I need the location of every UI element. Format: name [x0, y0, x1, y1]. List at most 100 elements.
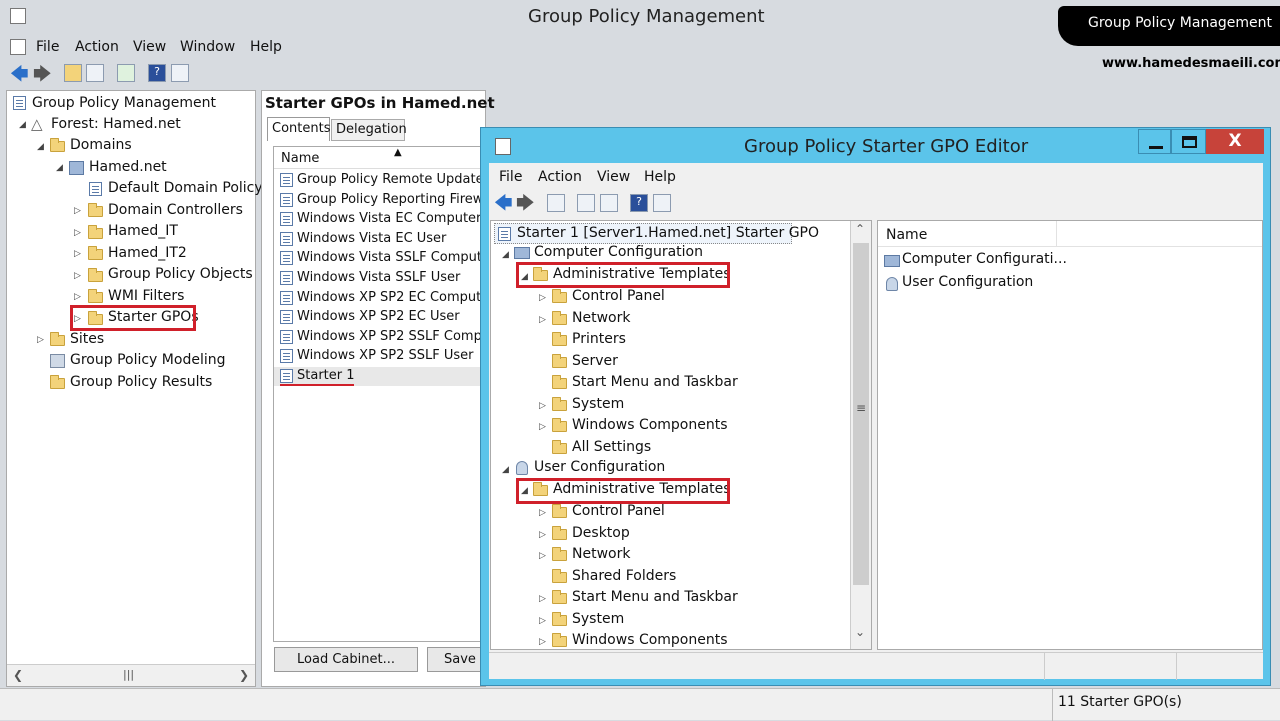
- tree-item-group-policy-objects[interactable]: Group Policy Objects: [108, 266, 253, 282]
- collapse-arrow-icon[interactable]: ▷: [539, 594, 546, 604]
- expand-arrow-icon[interactable]: ◢: [37, 142, 44, 152]
- tree-item[interactable]: System: [572, 396, 624, 412]
- refresh-icon[interactable]: [117, 64, 135, 82]
- list-header[interactable]: Name ▲: [274, 147, 484, 169]
- gpo-list-row[interactable]: Group Policy Reporting Firewall: [274, 191, 484, 210]
- gpo-list-row[interactable]: Windows Vista SSLF Computer: [274, 249, 484, 268]
- menu-view[interactable]: View: [133, 39, 166, 55]
- expand-arrow-icon[interactable]: ◢: [19, 120, 26, 130]
- menu-action[interactable]: Action: [75, 39, 119, 55]
- forward-arrow-icon[interactable]: 🡆: [516, 191, 535, 221]
- tree-computer-configuration[interactable]: Computer Configuration: [534, 244, 703, 260]
- right-list-header[interactable]: Name: [878, 221, 1262, 247]
- editor-menu-help[interactable]: Help: [644, 169, 676, 185]
- show-tree-icon[interactable]: [547, 194, 565, 212]
- right-item-computer-config[interactable]: Computer Configurati...: [902, 251, 1067, 267]
- tree-item-hamed-it[interactable]: Hamed_IT: [108, 223, 178, 239]
- scroll-up-icon[interactable]: ⌃: [855, 222, 865, 236]
- gpo-list-row[interactable]: Windows XP SP2 EC User: [274, 308, 484, 327]
- load-cabinet-button[interactable]: Load Cabinet...: [274, 647, 418, 672]
- help-icon[interactable]: ?: [630, 194, 648, 212]
- collapse-arrow-icon[interactable]: ▷: [74, 249, 81, 259]
- help-icon[interactable]: ?: [148, 64, 166, 82]
- scroll-down-icon[interactable]: ⌄: [855, 625, 865, 639]
- save-as-button[interactable]: Save a: [427, 647, 485, 672]
- tree-item[interactable]: Start Menu and Taskbar: [572, 374, 738, 390]
- tree-modeling[interactable]: Group Policy Modeling: [70, 352, 225, 368]
- tree-domain[interactable]: Hamed.net: [89, 159, 167, 175]
- gpo-list-row[interactable]: Windows XP SP2 EC Computer: [274, 289, 484, 308]
- tree-item[interactable]: Control Panel: [572, 288, 665, 304]
- tree-item[interactable]: Network: [572, 310, 630, 326]
- collapse-arrow-icon[interactable]: ▷: [539, 616, 546, 626]
- close-button[interactable]: X: [1206, 129, 1264, 154]
- gpo-list-row[interactable]: Windows Vista EC User: [274, 230, 484, 249]
- tree-sites[interactable]: Sites: [70, 331, 104, 347]
- tree-item-default-domain-policy[interactable]: Default Domain Policy: [108, 180, 263, 196]
- tree-item[interactable]: Control Panel: [572, 503, 665, 519]
- collapse-arrow-icon[interactable]: ▷: [539, 551, 546, 561]
- maximize-button[interactable]: [1171, 129, 1206, 154]
- gpo-list-row[interactable]: Windows XP SP2 SSLF User: [274, 347, 484, 366]
- tree-root[interactable]: Group Policy Management: [32, 95, 216, 111]
- up-folder-icon[interactable]: [64, 64, 82, 82]
- scroll-left-icon[interactable]: ❮: [13, 668, 23, 682]
- gpo-list-row[interactable]: Windows Vista EC Computer: [274, 210, 484, 229]
- gpo-list-row[interactable]: Windows Vista SSLF User: [274, 269, 484, 288]
- tree-item[interactable]: Desktop: [572, 525, 630, 541]
- collapse-arrow-icon[interactable]: ▷: [539, 401, 546, 411]
- tab-contents[interactable]: Contents: [267, 117, 330, 141]
- collapse-arrow-icon[interactable]: ▷: [74, 206, 81, 216]
- collapse-arrow-icon[interactable]: ▷: [74, 292, 81, 302]
- tree-item[interactable]: Server: [572, 353, 618, 369]
- tree-item-domain-controllers[interactable]: Domain Controllers: [108, 202, 243, 218]
- expand-arrow-icon[interactable]: ◢: [502, 465, 509, 475]
- show-tree-icon[interactable]: [86, 64, 104, 82]
- tab-delegation[interactable]: Delegation: [331, 119, 407, 141]
- properties-icon[interactable]: [653, 194, 671, 212]
- right-item-user-config[interactable]: User Configuration: [902, 274, 1033, 290]
- collapse-arrow-icon[interactable]: ▷: [539, 530, 546, 540]
- collapse-arrow-icon[interactable]: ▷: [539, 637, 546, 647]
- scroll-right-icon[interactable]: ❯: [239, 668, 249, 682]
- list-view-icon[interactable]: [577, 194, 595, 212]
- tree-item-hamed-it2[interactable]: Hamed_IT2: [108, 245, 187, 261]
- gpo-list-row[interactable]: Windows XP SP2 SSLF Comput: [274, 328, 484, 347]
- tree-domains[interactable]: Domains: [70, 137, 132, 153]
- collapse-arrow-icon[interactable]: ▷: [539, 422, 546, 432]
- tree-root-selected[interactable]: Starter 1 [Server1.Hamed.net] Starter GP…: [494, 223, 819, 244]
- back-arrow-icon[interactable]: 🡄: [10, 62, 29, 92]
- menu-file[interactable]: File: [36, 39, 59, 55]
- tree-results[interactable]: Group Policy Results: [70, 374, 212, 390]
- tree-user-configuration[interactable]: User Configuration: [534, 459, 665, 475]
- tree-item[interactable]: Shared Folders: [572, 568, 676, 584]
- scroll-thumb-grip[interactable]: |||: [123, 668, 134, 681]
- tree-item[interactable]: Windows Components: [572, 417, 728, 433]
- collapse-arrow-icon[interactable]: ▷: [74, 271, 81, 281]
- collapse-arrow-icon[interactable]: ▷: [74, 228, 81, 238]
- tree-vscrollbar[interactable]: ⌃ ≡ ⌄: [850, 221, 871, 649]
- tree-item[interactable]: Network: [572, 546, 630, 562]
- export-list-icon[interactable]: [600, 194, 618, 212]
- back-arrow-icon[interactable]: 🡄: [494, 191, 513, 221]
- editor-menu-file[interactable]: File: [499, 169, 522, 185]
- tree-item[interactable]: Start Menu and Taskbar: [572, 589, 738, 605]
- editor-menu-action[interactable]: Action: [538, 169, 582, 185]
- tree-forest[interactable]: Forest: Hamed.net: [51, 116, 181, 132]
- expand-arrow-icon[interactable]: ◢: [502, 250, 509, 260]
- minimize-button[interactable]: [1138, 129, 1171, 154]
- properties-icon[interactable]: [171, 64, 189, 82]
- menu-help[interactable]: Help: [250, 39, 282, 55]
- left-hscrollbar[interactable]: ❮ ||| ❯: [7, 664, 255, 686]
- expand-arrow-icon[interactable]: ◢: [56, 163, 63, 173]
- collapse-arrow-icon[interactable]: ▷: [539, 315, 546, 325]
- tree-item-wmi-filters[interactable]: WMI Filters: [108, 288, 184, 304]
- collapse-arrow-icon[interactable]: ▷: [539, 293, 546, 303]
- tree-item[interactable]: All Settings: [572, 439, 651, 455]
- gpo-list-row[interactable]: Group Policy Remote Update F: [274, 171, 484, 190]
- tree-item[interactable]: Windows Components: [572, 632, 728, 648]
- tree-item[interactable]: System: [572, 611, 624, 627]
- menu-window[interactable]: Window: [180, 39, 235, 55]
- editor-menu-view[interactable]: View: [597, 169, 630, 185]
- collapse-arrow-icon[interactable]: ▷: [37, 335, 44, 345]
